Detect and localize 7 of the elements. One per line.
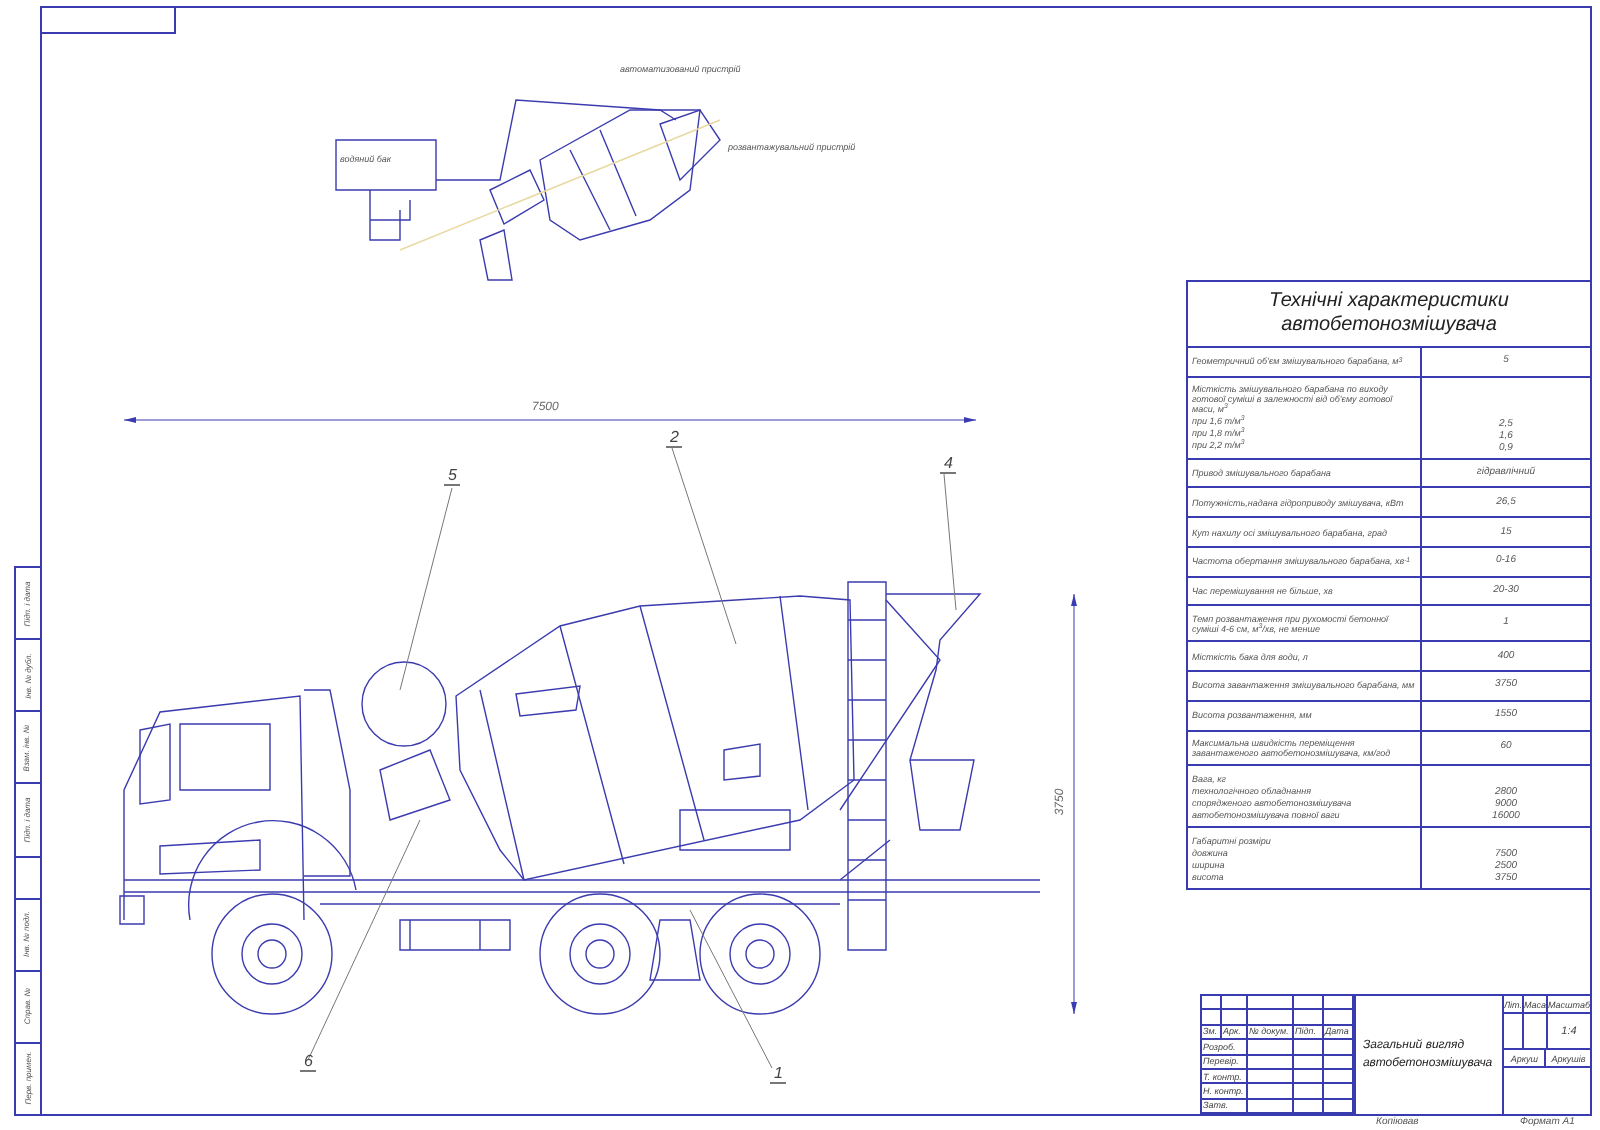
callout-number: 2 [666, 430, 683, 448]
callout-number: 6 [300, 1054, 317, 1072]
callout-number: 1 [770, 1066, 787, 1084]
leader-line [943, 473, 957, 611]
callout-number: 4 [940, 456, 957, 474]
spec-table-title: Технічні характеристики автобетонозмішувача [1188, 282, 1590, 348]
callout-number: 5 [444, 468, 461, 486]
